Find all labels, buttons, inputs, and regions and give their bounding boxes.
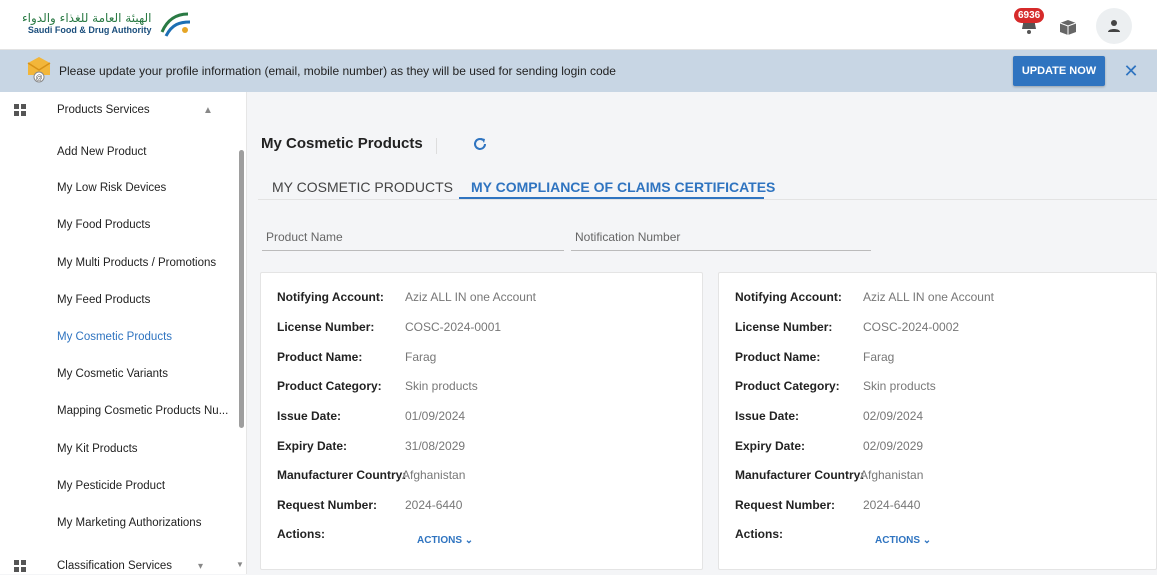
actions-dropdown-button[interactable]: ACTIONS ⌄ [417,535,473,546]
sidebar-item-cosmetic-products[interactable]: My Cosmetic Products [57,331,172,343]
issue-date-value: 01/09/2024 [405,409,466,423]
chevron-down-icon[interactable]: ▾ [198,561,203,572]
actions-label: Actions: [735,527,783,541]
logo-english: Saudi Food & Drug Authority [27,25,152,35]
sidebar-item-marketing-authorizations[interactable]: My Marketing Authorizations [57,517,201,529]
actions-dropdown-button[interactable]: ACTIONS ⌄ [875,535,931,546]
product-name-filter[interactable]: Product Name [266,230,343,244]
issue-date-label: Issue Date: [735,409,800,423]
package-icon[interactable] [1058,18,1078,36]
sidebar-item-multi-products[interactable]: My Multi Products / Promotions [57,257,216,269]
top-bar: الهيئة العامة للغذاء والدواء Saudi Food … [0,0,1157,50]
product-name-value: Farag [405,350,437,364]
notification-number-filter-underline [571,250,871,251]
expiry-date-value: 02/09/2029 [863,439,924,453]
product-name-label: Product Name: [277,350,363,364]
tab-my-cosmetic-products[interactable]: MY COSMETIC PRODUCTS [272,179,453,195]
sidebar-item-mapping-cosmetic[interactable]: Mapping Cosmetic Products Nu... [57,405,228,417]
avatar[interactable] [1096,8,1132,44]
manufacturer-country-value: Afghanistan [402,468,466,482]
tabs-divider [258,199,1157,200]
notifying-account-label: Notifying Account: [735,290,842,304]
title-divider [436,138,437,154]
sidebar-section-label: Classification Services [57,560,173,572]
sidebar-item-feed-products[interactable]: My Feed Products [57,294,150,306]
product-name-value: Farag [863,350,895,364]
issue-date-value: 02/09/2024 [863,409,924,423]
product-category-value: Skin products [863,379,936,393]
logo-arabic: الهيئة العامة للغذاء والدواء [22,11,152,25]
sidebar-item-pesticide-product[interactable]: My Pesticide Product [57,480,165,492]
manufacturer-country-value: Afghanistan [860,468,924,482]
user-icon [1108,20,1120,32]
grid-icon [14,104,26,116]
sidebar-section-classification[interactable]: Classification Services ▾ [0,555,240,575]
product-category-label: Product Category: [277,379,382,393]
sidebar-section-products[interactable]: Products Services ▲ [0,92,240,128]
manufacturer-country-label: Manufacturer Country: [735,468,865,482]
sidebar-item-low-risk-devices[interactable]: My Low Risk Devices [57,182,166,194]
email-at-icon: @ [27,57,51,83]
sidebar-scrollbar[interactable] [239,150,244,428]
notifying-account-value: Aziz ALL IN one Account [863,290,994,304]
notifying-account-label: Notifying Account: [277,290,384,304]
svg-text:@: @ [35,75,42,82]
actions-label: Actions: [277,527,325,541]
product-name-filter-underline [262,250,564,251]
request-number-label: Request Number: [735,498,836,512]
license-number-value: COSC-2024-0001 [405,320,502,334]
sidebar-item-cosmetic-variants[interactable]: My Cosmetic Variants [57,368,168,380]
refresh-icon[interactable] [472,136,488,152]
license-number-label: License Number: [735,320,833,334]
sidebar-item-kit-products[interactable]: My Kit Products [57,443,138,455]
update-now-button[interactable]: UPDATE NOW [1013,56,1105,86]
close-icon[interactable]: ✕ [1123,60,1139,82]
sfda-logo[interactable]: الهيئة العامة للغذاء والدواء Saudi Food … [22,10,192,38]
expiry-date-label: Expiry Date: [277,439,348,453]
product-category-label: Product Category: [735,379,840,393]
sfda-logo-icon [160,12,190,37]
banner-message: Please update your profile information (… [59,64,616,78]
sidebar-item-add-new-product[interactable]: Add New Product [57,146,147,158]
request-number-label: Request Number: [277,498,378,512]
product-category-value: Skin products [405,379,478,393]
certificate-card: Notifying Account: Aziz ALL IN one Accoun… [260,272,703,570]
expiry-date-value: 31/08/2029 [405,439,466,453]
license-number-value: COSC-2024-0002 [863,320,960,334]
grid-icon [14,560,26,572]
scroll-down-arrow[interactable]: ▼ [236,560,244,569]
expiry-date-label: Expiry Date: [735,439,806,453]
tab-compliance-certificates[interactable]: MY COMPLIANCE OF CLAIMS CERTIFICATES [471,179,775,195]
chevron-up-icon[interactable]: ▲ [203,105,213,116]
notifying-account-value: Aziz ALL IN one Account [405,290,536,304]
page-title: My Cosmetic Products [261,135,423,152]
certificate-card: Notifying Account: Aziz ALL IN one Accoun… [718,272,1157,570]
notification-number-filter[interactable]: Notification Number [575,230,680,244]
request-number-value: 2024-6440 [863,498,921,512]
sidebar-item-food-products[interactable]: My Food Products [57,219,150,231]
logo-text: الهيئة العامة للغذاء والدواء Saudi Food … [22,12,152,36]
manufacturer-country-label: Manufacturer Country: [277,468,407,482]
active-tab-indicator [459,197,764,199]
license-number-label: License Number: [277,320,375,334]
sidebar-section-label: Products Services [57,104,150,116]
notification-badge: 6936 [1014,8,1045,23]
request-number-value: 2024-6440 [405,498,463,512]
product-name-label: Product Name: [735,350,821,364]
issue-date-label: Issue Date: [277,409,342,423]
